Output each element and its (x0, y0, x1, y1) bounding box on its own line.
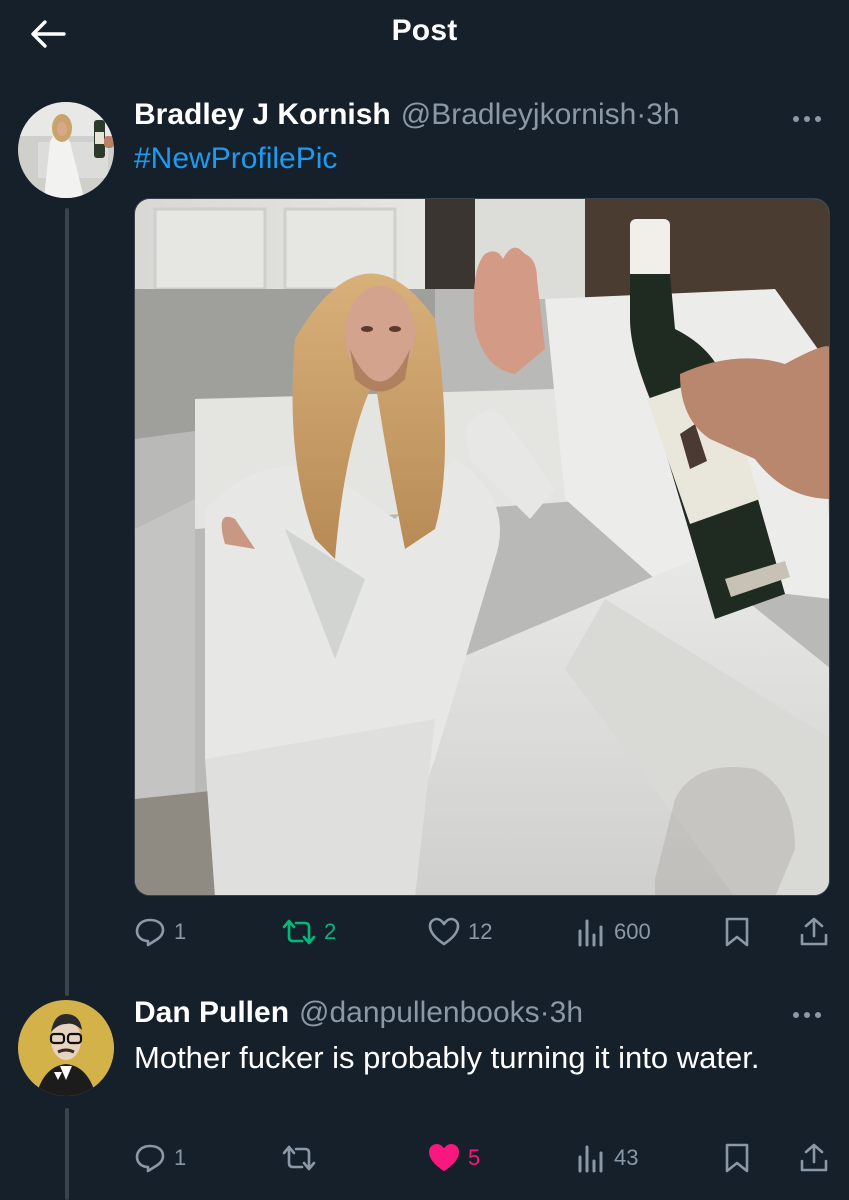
avatar[interactable] (18, 102, 114, 198)
post-author-row: Bradley J Kornish @Bradleyjkornish·3h (134, 98, 680, 138)
views-button[interactable]: 600 (576, 912, 651, 952)
profile-photo (18, 102, 114, 198)
views-button[interactable]: 43 (576, 1138, 638, 1178)
bookmark-button[interactable] (722, 1138, 752, 1178)
reply-body-text: Mother fucker is probably turning it int… (134, 1040, 760, 1075)
reply-icon (135, 918, 165, 947)
more-button[interactable] (787, 104, 827, 134)
more-dots-icon (793, 1012, 821, 1018)
share-button[interactable] (798, 912, 830, 952)
like-button[interactable]: 5 (428, 1138, 480, 1178)
more-dots-icon (793, 116, 821, 122)
share-icon (800, 1143, 828, 1172)
like-count: 12 (468, 919, 493, 944)
like-button[interactable]: 12 (428, 912, 492, 952)
reply-count: 1 (174, 919, 187, 944)
reply-icon (135, 1144, 165, 1173)
reply-author-row: Dan Pullen @danpullenbooks·3h (134, 996, 583, 1036)
author-name[interactable]: Bradley J Kornish (134, 98, 391, 132)
bookmark-icon (725, 917, 749, 947)
share-icon (800, 917, 828, 946)
bookmark-button[interactable] (722, 912, 752, 952)
views-count: 600 (614, 919, 651, 944)
post-image[interactable] (134, 198, 830, 896)
avatar[interactable] (18, 1000, 114, 1096)
profile-photo (18, 1000, 114, 1096)
like-count: 5 (468, 1145, 481, 1170)
repost-icon (282, 1145, 316, 1171)
repost-button[interactable]: 2 (282, 912, 336, 952)
more-button[interactable] (787, 1000, 827, 1030)
share-button[interactable] (798, 1138, 830, 1178)
views-count: 43 (614, 1145, 639, 1170)
repost-count: 2 (324, 919, 337, 944)
thread-connector-line (65, 208, 69, 996)
heart-icon (428, 917, 460, 946)
page-title: Post (391, 14, 458, 47)
author-handle-time[interactable]: @Bradleyjkornish·3h (401, 98, 680, 132)
author-name[interactable]: Dan Pullen (134, 996, 289, 1030)
post-photo (135, 199, 829, 895)
reply-count: 1 (174, 1145, 187, 1170)
top-bar: Post (0, 0, 849, 70)
reply-button[interactable]: 1 (134, 1138, 186, 1178)
hashtag-link[interactable]: #NewProfilePic (134, 142, 337, 176)
thread-connector-line (65, 1108, 69, 1200)
repost-button[interactable] (282, 1138, 316, 1178)
reply-button[interactable]: 1 (134, 912, 186, 952)
heart-icon (429, 1144, 459, 1171)
author-handle-time[interactable]: @danpullenbooks·3h (299, 996, 583, 1030)
views-icon (578, 919, 603, 947)
bookmark-icon (725, 1143, 749, 1173)
repost-icon (282, 919, 316, 945)
views-icon (578, 1145, 603, 1173)
